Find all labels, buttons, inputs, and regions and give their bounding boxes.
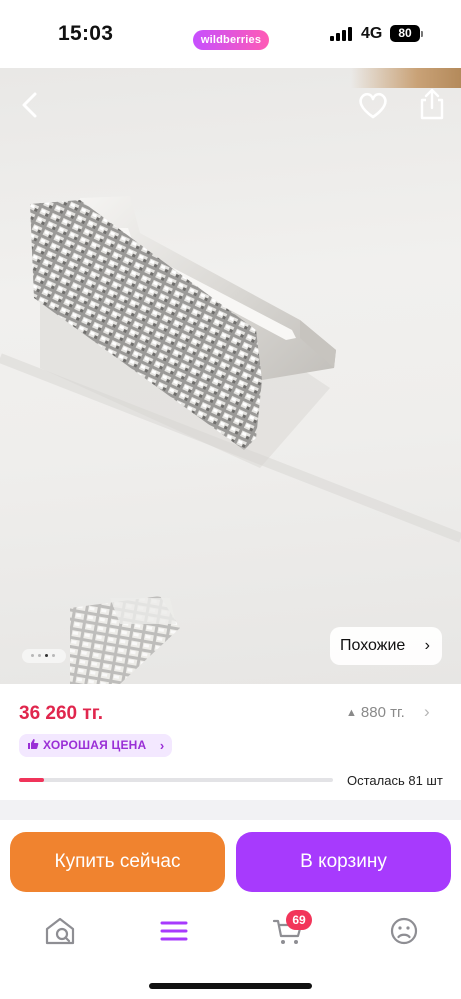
chevron-right-icon[interactable]: › <box>424 702 430 722</box>
home-indicator <box>149 983 312 989</box>
price-change[interactable]: ▲ 880 тг. <box>346 704 405 721</box>
buy-now-button[interactable]: Купить сейчас <box>10 832 225 892</box>
heart-icon <box>359 92 387 119</box>
tab-bar: 69 <box>0 896 461 999</box>
chevron-left-icon <box>22 92 37 118</box>
add-to-cart-button[interactable]: В корзину <box>236 832 451 892</box>
section-divider <box>0 800 461 820</box>
good-price-badge[interactable]: ХОРОШАЯ ЦЕНА › <box>19 734 173 757</box>
price-change-value: 880 тг. <box>360 704 405 721</box>
cart-count-badge: 69 <box>286 910 312 930</box>
signal-icon <box>330 27 354 41</box>
clock: 15:03 <box>58 22 114 45</box>
stock-remaining: Осталась 81 шт <box>347 773 443 788</box>
thumbs-up-icon <box>27 734 39 757</box>
product-image[interactable]: Похожие › <box>0 68 461 684</box>
handle-picture <box>0 196 461 684</box>
network-type: 4G <box>361 25 383 42</box>
chevron-right-icon: › <box>159 738 165 753</box>
catalog-icon <box>160 921 188 941</box>
battery-icon: 80 <box>390 25 420 42</box>
image-carousel-dots <box>22 649 66 663</box>
home-icon <box>45 917 75 945</box>
stock-progress-fill <box>19 778 45 782</box>
good-price-label: ХОРОШАЯ ЦЕНА <box>43 738 147 752</box>
current-price: 36 260 тг. <box>19 703 103 724</box>
status-bar: 15:03 wildberries 4G 80 <box>0 0 461 68</box>
triangle-up-icon: ▲ <box>346 707 357 719</box>
battery-tip <box>421 31 423 37</box>
price-card: 36 260 тг. ▲ 880 тг. › ХОРОШАЯ ЦЕНА › Ост… <box>0 684 461 800</box>
chevron-right-icon: › <box>424 637 430 654</box>
similar-button[interactable]: Похожие › <box>330 627 442 665</box>
similar-label: Похожие <box>340 637 406 654</box>
stock-progress-bar <box>19 778 333 782</box>
favorite-button[interactable] <box>356 88 390 122</box>
tab-home[interactable] <box>43 914 77 948</box>
profile-icon <box>390 917 418 945</box>
tab-catalog[interactable] <box>157 914 191 948</box>
brand-pill: wildberries <box>193 30 269 50</box>
share-button[interactable] <box>416 86 448 122</box>
back-button[interactable] <box>14 88 48 122</box>
share-icon <box>420 88 444 120</box>
tab-profile[interactable] <box>387 914 421 948</box>
